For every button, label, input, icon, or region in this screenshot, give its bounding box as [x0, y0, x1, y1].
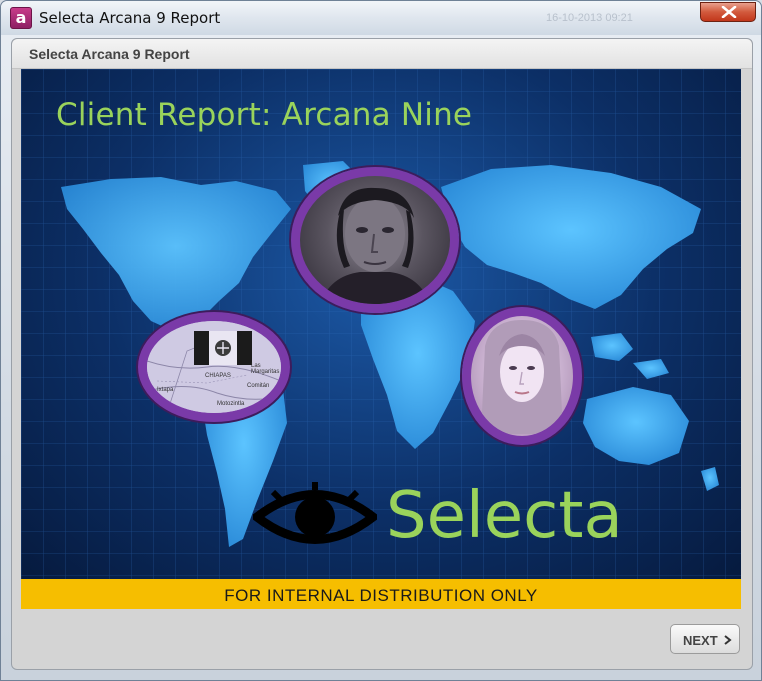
chiapas-map-image: CHIAPAS Las Margaritas Ixtapa Comitán Mo…: [138, 312, 290, 422]
panel-title: Selecta Arcana 9 Report: [29, 46, 190, 62]
window-title: Selecta Arcana 9 Report: [39, 9, 221, 27]
close-icon: [721, 6, 737, 18]
close-button[interactable]: [700, 2, 756, 22]
map-label-chiapas: CHIAPAS: [205, 373, 231, 379]
portrait-woman-photo: [462, 307, 582, 445]
map-label-las-margaritas: Las Margaritas: [251, 363, 280, 375]
chevron-right-icon: [724, 635, 732, 645]
distribution-banner: FOR INTERNAL DISTRIBUTION ONLY: [21, 579, 741, 609]
faded-timestamp: 16-10-2013 09:21: [546, 12, 633, 24]
world-map-background: [21, 69, 741, 579]
map-label-motozintla: Motozintla: [217, 401, 245, 407]
banner-text: FOR INTERNAL DISTRIBUTION ONLY: [224, 586, 538, 605]
report-slide: Client Report: Arcana Nine CHIAPAS Las M…: [21, 69, 741, 579]
brand-name: Selecta: [386, 479, 623, 553]
woman-silhouette: [481, 320, 563, 434]
panel-header: Selecta Arcana 9 Report: [12, 39, 752, 69]
map-label-comitan: Comitán: [247, 383, 270, 389]
next-button[interactable]: NEXT: [670, 624, 740, 654]
title-bar[interactable]: a Selecta Arcana 9 Report 16-10-2013 09:…: [1, 1, 761, 35]
app-icon-glyph: a: [15, 8, 27, 27]
map-label-ixtapa: Ixtapa: [157, 387, 174, 393]
app-icon: a: [10, 7, 32, 29]
slide-title: Client Report: Arcana Nine: [56, 97, 473, 133]
man-silhouette: [320, 187, 430, 304]
next-button-label: NEXT: [683, 633, 718, 648]
portrait-man-photo: [291, 167, 459, 313]
eye-logo-icon: [253, 482, 377, 544]
